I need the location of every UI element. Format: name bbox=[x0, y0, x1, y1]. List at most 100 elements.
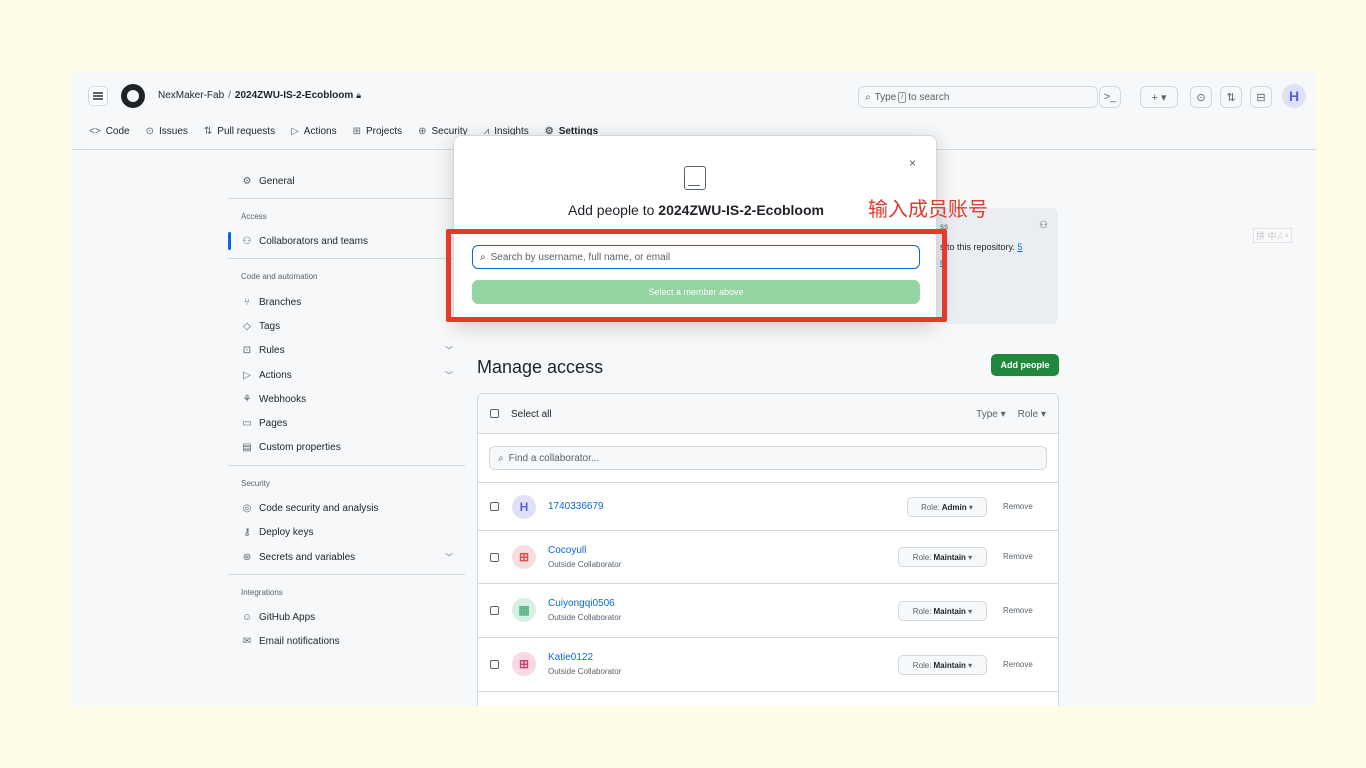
create-new-button[interactable]: + ▾ bbox=[1140, 86, 1178, 108]
close-icon[interactable]: × bbox=[909, 156, 916, 170]
remove-button[interactable]: Remove bbox=[1003, 606, 1033, 615]
inbox-icon: ⊟ bbox=[1256, 91, 1266, 104]
ime-toolbar[interactable]: 拼 中 ⁄ᵣ ⁶ bbox=[1253, 228, 1292, 243]
row-checkbox[interactable] bbox=[490, 606, 499, 615]
webhook-icon: ⚘ bbox=[242, 393, 252, 405]
tab-code[interactable]: <> Code bbox=[89, 126, 130, 137]
sidebar-item-label: Rules bbox=[259, 344, 285, 356]
access-summary-box: ss ⚇ s to this repository. 5 n bbox=[937, 208, 1058, 324]
sidebar-item-label: Actions bbox=[259, 369, 292, 381]
hubot-icon: ☺ bbox=[241, 611, 253, 623]
sidebar-item-actions[interactable]: ▷ Actions ﹀ bbox=[228, 365, 465, 385]
sidebar-item-branches[interactable]: ⑂ Branches bbox=[228, 292, 465, 312]
table-row: ▦ Cuiyongqi0506 Outside Collaborator Rol… bbox=[478, 583, 1058, 637]
command-palette-button[interactable]: >_ bbox=[1099, 86, 1121, 108]
tab-projects[interactable]: ⊞ Projects bbox=[353, 126, 403, 137]
sidebar-item-code-security[interactable]: ◎ Code security and analysis bbox=[228, 498, 465, 518]
row-checkbox[interactable] bbox=[490, 660, 499, 669]
role-dropdown-value: Admin bbox=[941, 502, 967, 512]
member-username-link[interactable]: Cocoyull bbox=[548, 545, 586, 556]
sidebar-item-label: Branches bbox=[259, 296, 302, 308]
table-row: H 1740336679 Role: Admin ▾ Remove bbox=[478, 482, 1058, 530]
row-checkbox[interactable] bbox=[490, 553, 499, 562]
member-username-link[interactable]: Katie0122 bbox=[548, 652, 593, 663]
dialog-title-repo: 2024ZWU-IS-2-Ecobloom bbox=[658, 202, 824, 218]
avatar[interactable]: H bbox=[512, 495, 536, 519]
sidebar-item-label: Email notifications bbox=[259, 635, 340, 647]
chevron-down-icon[interactable]: ﹀ bbox=[445, 345, 453, 356]
sidebar-item-deploy-keys[interactable]: ⚷ Deploy keys bbox=[228, 522, 465, 542]
sidebar-item-label: Deploy keys bbox=[259, 526, 314, 538]
type-filter-dropdown[interactable]: Type ▾ bbox=[976, 409, 1005, 420]
sidebar-item-secrets[interactable]: ⊛ Secrets and variables ﹀ bbox=[228, 547, 465, 567]
sidebar-item-label: General bbox=[259, 175, 295, 187]
avatar[interactable]: ▦ bbox=[512, 598, 536, 622]
sidebar-item-label: Webhooks bbox=[259, 393, 307, 405]
chevron-down-icon[interactable]: ﹀ bbox=[445, 552, 453, 563]
remove-button[interactable]: Remove bbox=[1003, 660, 1033, 669]
inbox-button[interactable]: ⊟ bbox=[1250, 86, 1272, 108]
sidebar-heading-integrations: Integrations bbox=[241, 588, 283, 597]
remove-button[interactable]: Remove bbox=[1003, 552, 1033, 561]
sidebar-item-collaborators[interactable]: ⚇ Collaborators and teams bbox=[228, 231, 465, 251]
add-people-button[interactable]: Add people bbox=[991, 354, 1059, 376]
git-pull-request-icon: ⇅ bbox=[203, 126, 213, 137]
global-search-input[interactable]: ⌕ Type / to search bbox=[858, 86, 1098, 108]
member-type-label: Outside Collaborator bbox=[548, 667, 622, 676]
tab-actions[interactable]: ▷ Actions bbox=[291, 126, 337, 137]
repo-owner-link[interactable]: NexMaker-Fab bbox=[158, 90, 224, 101]
sidebar-item-github-apps[interactable]: ☺ GitHub Apps bbox=[228, 607, 465, 627]
hamburger-icon bbox=[93, 95, 103, 97]
menu-button[interactable] bbox=[88, 86, 108, 106]
role-filter-dropdown[interactable]: Role ▾ bbox=[1018, 409, 1046, 420]
avatar[interactable]: ⊞ bbox=[512, 652, 536, 676]
page-title: Manage access bbox=[477, 357, 604, 377]
sidebar-item-webhooks[interactable]: ⚘ Webhooks bbox=[228, 389, 465, 409]
tab-pull-requests-label: Pull requests bbox=[217, 126, 276, 137]
gear-icon: ⚙ bbox=[242, 175, 252, 187]
table-icon: ⊞ bbox=[352, 126, 361, 137]
table-row: ⊞ Katie0122 Outside Collaborator Role: Ma… bbox=[478, 637, 1058, 691]
summary-text: s to this repository. 5 bbox=[940, 242, 1022, 252]
role-dropdown[interactable]: Role: Admin ▾ bbox=[907, 497, 987, 517]
repo-name-link[interactable]: 2024ZWU-IS-2-Ecobloom bbox=[235, 90, 353, 101]
chevron-down-icon[interactable]: ﹀ bbox=[445, 370, 453, 381]
sidebar-item-rules[interactable]: ⊡ Rules ﹀ bbox=[228, 340, 465, 360]
sidebar-item-pages[interactable]: ▭ Pages bbox=[228, 413, 465, 433]
highlight-box bbox=[446, 229, 947, 322]
sidebar-item-email-notifications[interactable]: ✉ Email notifications bbox=[228, 631, 465, 651]
sidebar-item-label: Code security and analysis bbox=[259, 502, 379, 514]
remove-button[interactable]: Remove bbox=[1003, 502, 1033, 511]
breadcrumb: NexMaker-Fab / 2024ZWU-IS-2-Ecobloom 🔒︎ bbox=[158, 90, 361, 101]
role-dropdown-label: Role: bbox=[912, 552, 932, 562]
sidebar-item-general[interactable]: ⚙ General bbox=[228, 171, 465, 191]
sidebar-item-label: GitHub Apps bbox=[259, 611, 316, 623]
browser-icon: ▭ bbox=[242, 417, 252, 429]
role-dropdown-label: Role: bbox=[912, 660, 932, 670]
asterisk-icon: ⊛ bbox=[242, 551, 252, 563]
filters: Type ▾ Role ▾ bbox=[976, 409, 1046, 420]
github-logo-icon[interactable] bbox=[121, 84, 145, 108]
member-username-link[interactable]: Cuiyongqi0506 bbox=[548, 598, 615, 609]
sidebar-item-tags[interactable]: ◇ Tags bbox=[228, 316, 465, 336]
select-all-label: Select all bbox=[511, 409, 552, 420]
user-avatar[interactable]: H bbox=[1282, 84, 1306, 108]
tab-pull-requests[interactable]: ⇅ Pull requests bbox=[204, 126, 275, 137]
role-dropdown[interactable]: Role: Maintain ▾ bbox=[898, 655, 987, 675]
collaborator-count-link[interactable]: 5 bbox=[1017, 242, 1022, 252]
sidebar-item-custom-properties[interactable]: ▤ Custom properties bbox=[228, 437, 465, 457]
panel-header: Select all Type ▾ Role ▾ bbox=[478, 394, 1058, 434]
row-checkbox[interactable] bbox=[490, 502, 499, 511]
avatar[interactable]: ⊞ bbox=[512, 545, 536, 569]
play-icon: ▷ bbox=[243, 369, 251, 381]
select-all-checkbox[interactable] bbox=[490, 409, 499, 418]
role-dropdown[interactable]: Role: Maintain ▾ bbox=[898, 601, 987, 621]
find-collaborator-input[interactable]: ⌕ Find a collaborator... bbox=[489, 446, 1047, 470]
terminal-icon: >_ bbox=[1103, 91, 1117, 103]
lock-icon: 🔒︎ bbox=[356, 90, 362, 100]
tab-issues[interactable]: ⊙ Issues bbox=[146, 126, 188, 137]
issues-button[interactable]: ⊙ bbox=[1190, 86, 1212, 108]
pull-requests-button[interactable]: ⇅ bbox=[1220, 86, 1242, 108]
role-dropdown[interactable]: Role: Maintain ▾ bbox=[898, 547, 987, 567]
member-username-link[interactable]: 1740336679 bbox=[548, 501, 604, 512]
